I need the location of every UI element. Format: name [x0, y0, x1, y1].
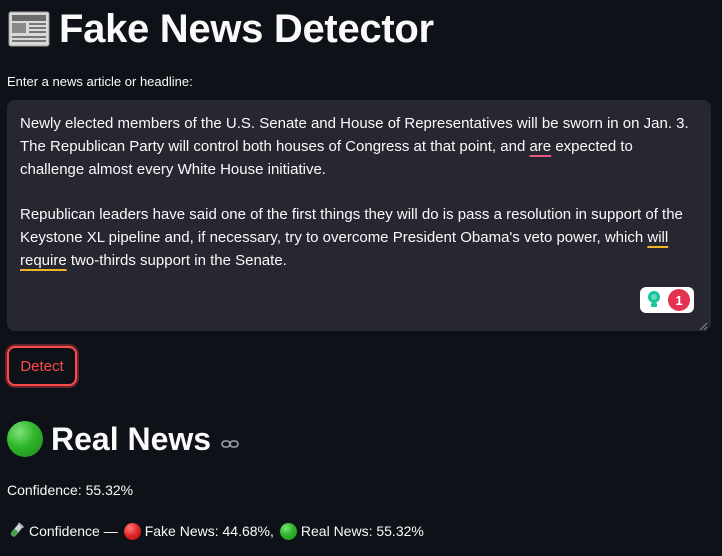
real-news-score: Real News: 55.32% — [300, 523, 424, 539]
newspaper-icon — [7, 9, 51, 49]
article-paragraph-2: Republican leaders have said one of the … — [20, 203, 697, 272]
page-header: Fake News Detector — [7, 6, 434, 52]
lightbulb-icon — [646, 290, 662, 310]
confidence-text: Confidence: 55.32% — [7, 482, 134, 498]
grammar-assistant-widget[interactable]: 1 — [640, 287, 694, 313]
resize-handle-icon[interactable] — [698, 318, 708, 331]
breakdown-prefix: Confidence — — [29, 523, 118, 539]
green-circle-icon — [279, 522, 297, 540]
confidence-breakdown: Confidence — Fake News: 44.68%, Real New… — [7, 522, 424, 540]
green-circle-icon — [7, 421, 43, 457]
fake-news-score: Fake News: 44.68%, — [144, 523, 274, 539]
article-paragraph-1: Newly elected members of the U.S. Senate… — [20, 112, 697, 181]
page-title: Fake News Detector — [59, 6, 434, 51]
grammar-issue-count: 1 — [668, 289, 690, 311]
app-page: Fake News Detector Enter a news article … — [0, 0, 722, 556]
paragraph-2-text-a: Republican leaders have said one of the … — [20, 206, 683, 246]
article-textarea[interactable]: Newly elected members of the U.S. Senate… — [7, 100, 711, 331]
article-input-label: Enter a news article or headline: — [7, 74, 193, 89]
test-tube-icon — [7, 522, 25, 540]
link-icon[interactable] — [221, 437, 239, 449]
detect-button[interactable]: Detect — [7, 346, 77, 386]
result-heading: Real News — [51, 420, 212, 457]
paragraph-2-text-b: two-thirds support in the Senate. — [66, 252, 287, 269]
article-text[interactable]: Newly elected members of the U.S. Senate… — [7, 100, 711, 331]
result-heading-row: Real News — [7, 418, 239, 460]
red-circle-icon — [123, 522, 141, 540]
grammar-flag-are[interactable]: are — [529, 138, 551, 155]
